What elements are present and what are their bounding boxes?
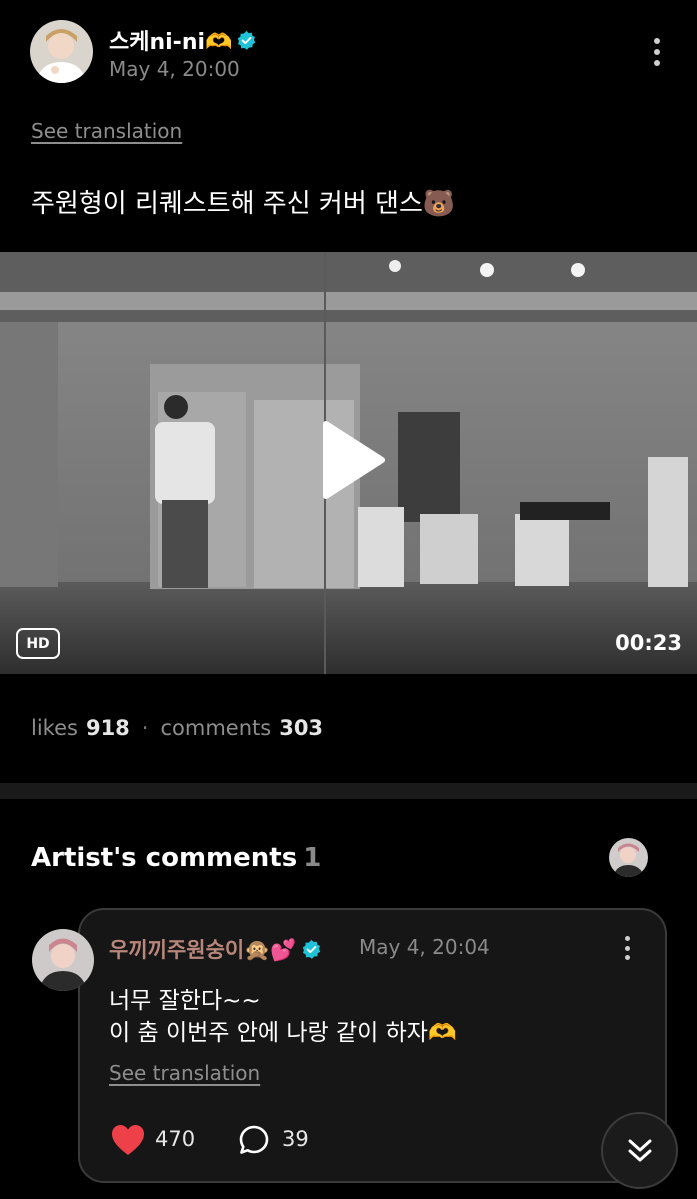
hd-badge[interactable]: HD [16,628,60,659]
comment-see-translation-link[interactable]: See translation [109,1061,260,1085]
stats-separator: · [141,716,149,740]
comment-more-icon[interactable] [617,934,637,962]
post-see-translation-link[interactable]: See translation [31,119,182,143]
comments-label[interactable]: comments [160,716,271,740]
play-icon[interactable] [318,420,388,500]
author-name-text: 스케ni-ni🫶 [109,30,233,55]
comment-author-avatar[interactable] [32,929,94,991]
scroll-down-button[interactable] [601,1112,678,1189]
double-chevron-down-icon [628,1139,651,1161]
post-date: May 4, 20:00 [109,57,240,81]
comment-bubble-icon[interactable] [238,1124,270,1156]
comments-count[interactable]: 303 [279,716,323,740]
verified-badge-icon [302,939,320,959]
artist-comments-title-text: Artist's comments [31,843,298,873]
likes-count: 918 [85,716,130,740]
comment-text-line-2: 이 춤 이번주 안에 나랑 같이 하자🫶 [109,1020,457,1046]
artist-comments-count: 1 [303,843,322,873]
comment-reply-count: 39 [282,1127,309,1151]
section-divider [0,783,697,799]
post-text: 주원형이 리퀘스트해 주신 커버 댄스🐻 [31,189,456,219]
artist-comments-title: Artist's comments 1 [31,843,321,873]
comment-date: May 4, 20:04 [359,935,490,959]
comment-author[interactable]: 우끼끼주원숭이🙊💕 [109,934,322,964]
comment-like-count: 470 [155,1127,196,1151]
heart-icon[interactable] [110,1123,146,1157]
post-more-icon[interactable] [645,34,669,70]
comment-text-line-1: 너무 잘한다~~ [109,988,261,1014]
post-stats: likes 918 · comments 303 [31,716,323,740]
artist-avatar[interactable] [609,838,648,877]
post-header: 스케ni-ni🫶 May 4, 20:00 [0,0,697,110]
author-avatar[interactable] [30,20,93,83]
likes-label: likes [31,716,78,740]
video-duration: 00:23 [615,631,682,655]
comment-author-name: 우끼끼주원숭이🙊💕 [109,938,297,962]
author-name[interactable]: 스케ni-ni🫶 [109,24,257,56]
verified-badge-icon [238,30,256,50]
